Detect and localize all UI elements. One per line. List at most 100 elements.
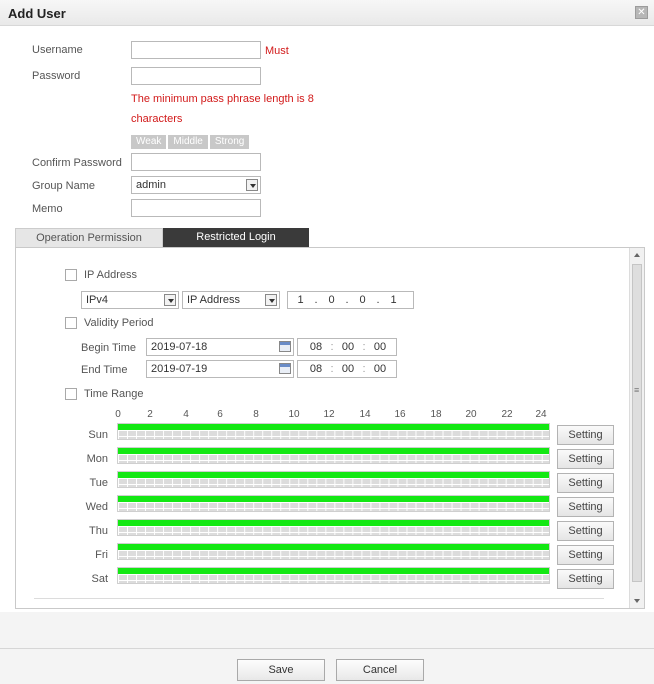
active-period-bar <box>118 424 549 430</box>
hour-label: 20 <box>465 409 477 420</box>
validity-period-checkbox[interactable] <box>65 317 77 329</box>
timeline-fri[interactable] <box>117 543 550 560</box>
setting-button-tue[interactable]: Setting <box>557 473 614 493</box>
hour-label: 6 <box>217 409 223 420</box>
grip-icon: ≡ <box>634 385 640 395</box>
hour-label: 24 <box>535 409 547 420</box>
timeline-tue[interactable] <box>117 471 550 488</box>
password-hint-line2: characters <box>131 113 183 125</box>
ip-octet: 0 <box>359 294 366 306</box>
day-label-sat: Sat <box>91 573 108 585</box>
username-required-label: Must <box>265 45 289 57</box>
hour-label: 10 <box>288 409 300 420</box>
time-hour: 08 <box>309 363 323 375</box>
day-label-mon: Mon <box>86 453 108 465</box>
time-second: 00 <box>373 363 387 375</box>
password-strength-meter: Weak Middle Strong <box>131 135 250 149</box>
day-label-wed: Wed <box>85 501 108 513</box>
ip-version-value: IPv4 <box>86 294 109 306</box>
cancel-button[interactable]: Cancel <box>336 659 424 681</box>
timeline-mon[interactable] <box>117 447 550 464</box>
begin-date-input[interactable] <box>146 338 294 356</box>
timeline-wed[interactable] <box>117 495 550 512</box>
ip-type-select[interactable]: IP Address <box>182 291 280 309</box>
chevron-down-icon[interactable] <box>265 294 277 306</box>
ip-address-input[interactable]: 1. 0. 0. 1 <box>287 291 414 309</box>
setting-button-sun[interactable]: Setting <box>557 425 614 445</box>
close-icon[interactable]: ✕ <box>635 6 648 19</box>
end-time-label: End Time <box>81 364 128 376</box>
footer-divider <box>0 648 654 649</box>
active-period-bar <box>118 448 549 454</box>
time-range-label: Time Range <box>84 388 144 400</box>
end-time-input[interactable]: 08: 00: 00 <box>297 360 397 378</box>
panel-divider <box>34 598 604 599</box>
strength-weak: Weak <box>131 135 167 149</box>
time-second: 00 <box>373 341 387 353</box>
hour-label: 16 <box>394 409 406 420</box>
scroll-thumb[interactable]: ≡ <box>632 264 642 582</box>
tab-restricted-login[interactable]: Restricted Login <box>163 228 309 247</box>
ip-address-checkbox[interactable] <box>65 269 77 281</box>
calendar-icon[interactable] <box>279 341 291 352</box>
hour-label: 8 <box>253 409 259 420</box>
setting-button-sat[interactable]: Setting <box>557 569 614 589</box>
hour-label: 22 <box>501 409 513 420</box>
active-period-bar <box>118 472 549 478</box>
group-name-select[interactable]: admin <box>131 176 261 194</box>
end-date-input[interactable] <box>146 360 294 378</box>
group-name-value: admin <box>136 179 166 191</box>
scroll-down-icon[interactable] <box>630 594 644 608</box>
day-label-sun: Sun <box>88 429 108 441</box>
password-input[interactable] <box>131 67 261 85</box>
hour-label: 14 <box>359 409 371 420</box>
time-minute: 00 <box>341 363 355 375</box>
strength-strong: Strong <box>209 135 250 149</box>
hour-label: 2 <box>147 409 153 420</box>
strength-middle: Middle <box>168 135 208 149</box>
memo-input[interactable] <box>131 199 261 217</box>
day-label-thu: Thu <box>89 525 108 537</box>
tab-operation-permission[interactable]: Operation Permission <box>15 228 163 247</box>
begin-time-input[interactable]: 08: 00: 00 <box>297 338 397 356</box>
username-input[interactable] <box>131 41 261 59</box>
timeline-sun[interactable] <box>117 423 550 440</box>
time-minute: 00 <box>341 341 355 353</box>
dialog-title: Add User <box>8 6 66 21</box>
ip-type-value: IP Address <box>187 294 240 306</box>
hour-label: 18 <box>430 409 442 420</box>
panel-scrollbar[interactable]: ≡ <box>629 248 644 608</box>
active-period-bar <box>118 496 549 502</box>
time-hour: 08 <box>309 341 323 353</box>
scroll-up-icon[interactable] <box>630 248 644 262</box>
validity-period-label: Validity Period <box>84 317 154 329</box>
calendar-icon[interactable] <box>279 363 291 374</box>
chevron-down-icon[interactable] <box>246 179 258 191</box>
day-label-fri: Fri <box>95 549 108 561</box>
chevron-down-icon[interactable] <box>164 294 176 306</box>
setting-button-thu[interactable]: Setting <box>557 521 614 541</box>
confirm-password-input[interactable] <box>131 153 261 171</box>
active-period-bar <box>118 520 549 526</box>
timeline-sat[interactable] <box>117 567 550 584</box>
active-period-bar <box>118 568 549 574</box>
setting-button-fri[interactable]: Setting <box>557 545 614 565</box>
ip-address-label: IP Address <box>84 269 137 281</box>
ip-version-select[interactable]: IPv4 <box>81 291 179 309</box>
dialog-titlebar: Add User ✕ <box>0 0 654 26</box>
confirm-password-label: Confirm Password <box>32 157 122 169</box>
setting-button-mon[interactable]: Setting <box>557 449 614 469</box>
password-label: Password <box>32 70 81 82</box>
username-label: Username <box>32 44 83 56</box>
setting-button-wed[interactable]: Setting <box>557 497 614 517</box>
day-label-tue: Tue <box>89 477 108 489</box>
hour-label: 12 <box>323 409 335 420</box>
save-button[interactable]: Save <box>237 659 325 681</box>
memo-label: Memo <box>32 203 63 215</box>
begin-time-label: Begin Time <box>81 342 137 354</box>
timeline-thu[interactable] <box>117 519 550 536</box>
hour-label: 4 <box>183 409 189 420</box>
time-range-checkbox[interactable] <box>65 388 77 400</box>
ip-octet: 1 <box>390 294 397 306</box>
ip-octet: 0 <box>328 294 335 306</box>
